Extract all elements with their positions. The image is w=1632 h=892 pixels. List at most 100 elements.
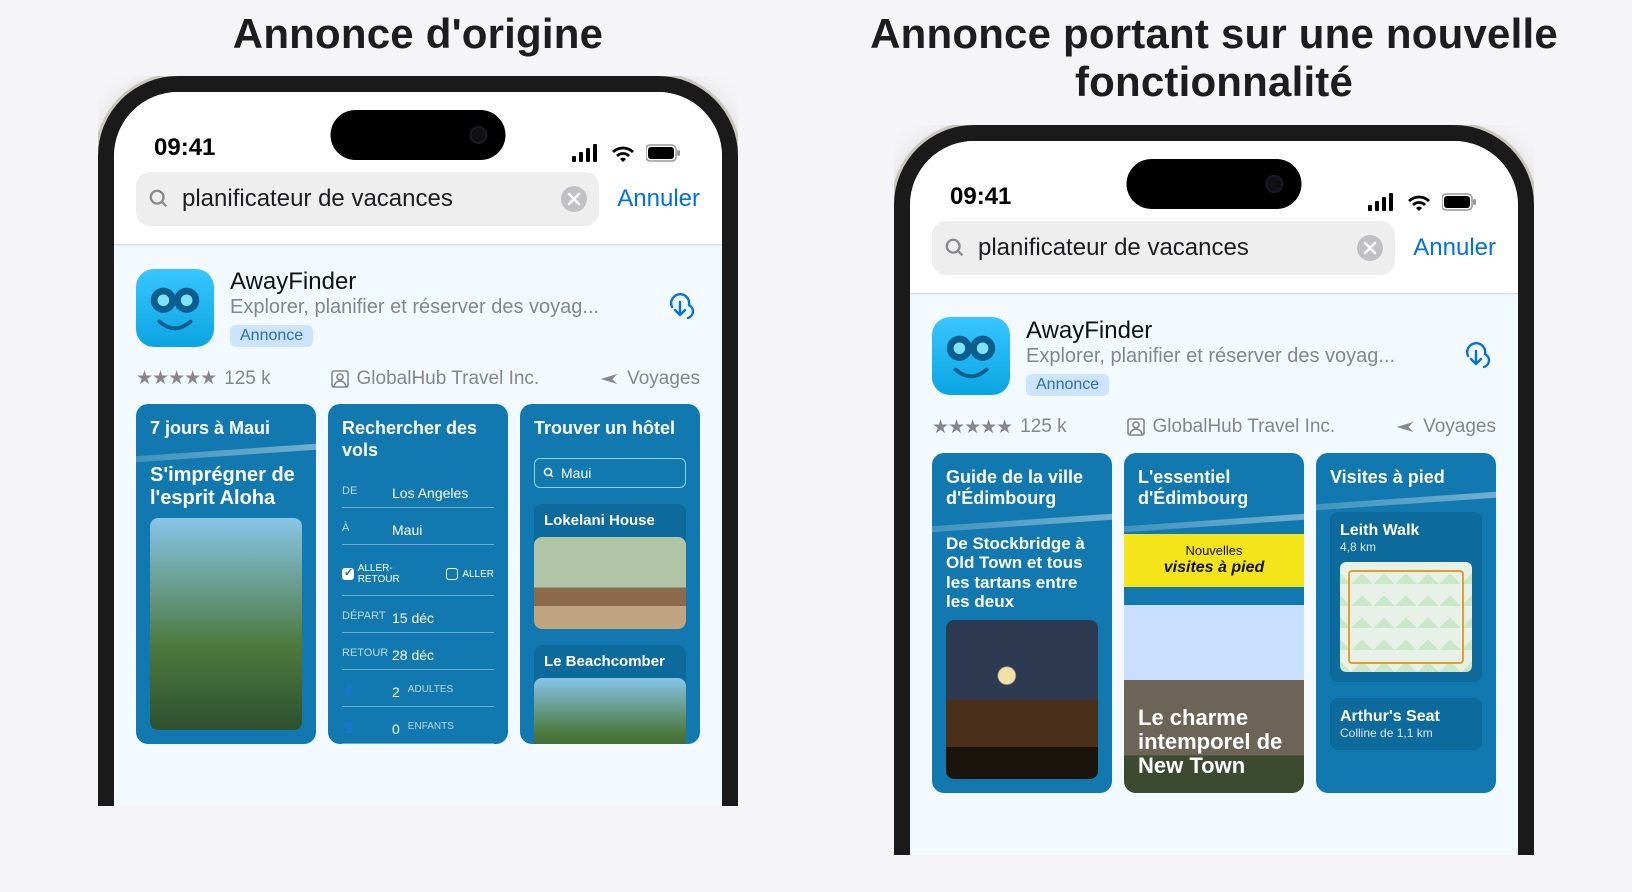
status-time: 09:41 [154,134,215,162]
app-icon [136,269,214,347]
banner-small: Nouvelles [1132,544,1296,559]
hotel-photo [534,678,686,744]
to-label: À [342,522,384,538]
adults-count: 2 [392,684,400,700]
hotel-search-field[interactable]: Maui [534,458,686,488]
star-rating-icon: ★★★★★ [932,416,1012,439]
wifi-icon [1406,193,1432,211]
developer-icon [1127,418,1145,436]
walk-distance: 4,8 km [1340,540,1472,554]
children-count: 0 [392,721,400,737]
clear-search-button[interactable] [561,186,587,212]
hotel-result[interactable]: Lokelani House [534,504,686,629]
app-name: AwayFinder [230,268,644,296]
hero-photo [946,620,1098,779]
walk-map [1340,562,1472,672]
cancel-button[interactable]: Annuler [1413,234,1496,262]
phone-right: 09:41 Annuler [894,125,1534,855]
developer-name: GlobalHub Travel Inc. [357,368,540,390]
hotel-name: Lokelani House [534,512,686,537]
to-value: Maui [392,522,422,538]
search-icon [543,467,555,479]
app-name: AwayFinder [1026,317,1440,345]
app-subtitle: Explorer, planifier et réserver des voya… [1026,345,1440,368]
ratings-count: 125 k [224,368,270,390]
category-label: Voyages [627,368,700,390]
screenshot-card[interactable]: Guide de la ville d'Édimbourg De Stockbr… [932,453,1112,793]
plane-icon [1395,417,1415,437]
card-title: Rechercher des vols [328,404,508,471]
developer-icon [331,370,349,388]
app-meta: ★★★★★ 125 k GlobalHub Travel Inc. Voyage… [932,408,1496,453]
screenshot-card[interactable]: Trouver un hôtel Maui Lokelani House [520,404,700,744]
screenshot-card[interactable]: Visites à pied Leith Walk 4,8 km Arthur'… [1316,453,1496,793]
app-meta: ★★★★★ 125 k GlobalHub Travel Inc. Voyage… [136,359,700,404]
hotel-result[interactable]: Le Beachcomber [534,645,686,744]
card-title: Guide de la ville d'Édimbourg [932,453,1112,520]
app-icon [932,317,1010,395]
hotel-search-value: Maui [561,465,591,481]
depart-value: 15 déc [392,610,434,626]
hotel-name: Le Beachcomber [534,653,686,678]
app-result[interactable]: AwayFinder Explorer, planifier et réserv… [932,295,1496,408]
screenshot-cards: 7 jours à Maui S'imprégner de l'esprit A… [136,404,700,744]
overlay-title: Le charme intemporel de New Town [1138,706,1290,779]
hotel-photo [534,537,686,629]
card-subtitle: S'imprégner de l'esprit Aloha [150,464,302,510]
status-time: 09:41 [950,183,1011,211]
hero-photo [150,518,302,730]
walk-item[interactable]: Leith Walk 4,8 km [1330,512,1482,682]
download-button[interactable] [1456,334,1496,379]
card-title: Visites à pied [1316,453,1496,499]
app-subtitle: Explorer, planifier et réserver des voya… [230,296,644,319]
search-icon [944,237,966,259]
ratings-count: 125 k [1020,416,1066,438]
ad-badge: Annonce [230,325,313,347]
banner-big: visites à pied [1164,559,1265,576]
return-value: 28 déc [392,647,434,663]
dynamic-island [331,110,506,160]
battery-icon [646,144,682,162]
from-label: DE [342,485,384,501]
star-rating-icon: ★★★★★ [136,367,216,390]
ad-badge: Annonce [1026,374,1109,396]
category-label: Voyages [1423,416,1496,438]
cellular-icon [572,144,600,162]
return-label: RETOUR [342,647,384,663]
search-field[interactable] [136,172,599,226]
phone-left: 09:41 Annuler [98,76,738,806]
search-input[interactable] [180,184,551,214]
screenshot-card[interactable]: Rechercher des vols DELos Angeles ÀMaui … [328,404,508,744]
app-result[interactable]: AwayFinder Explorer, planifier et réserv… [136,246,700,359]
walk-name: Leith Walk [1340,522,1472,540]
battery-icon [1442,193,1478,211]
card-subtitle: De Stockbridge à Old Town et tous les ta… [946,534,1098,612]
from-value: Los Angeles [392,485,468,501]
children-label: ENFANTS [408,721,454,737]
card-title: 7 jours à Maui [136,404,316,450]
screenshot-card[interactable]: L'essentiel d'Édimbourg Nouvelles visite… [1124,453,1304,793]
card-title: L'essentiel d'Édimbourg [1124,453,1304,520]
walk-item[interactable]: Arthur's Seat Colline de 1,1 km [1330,698,1482,750]
search-icon [148,188,170,210]
screenshot-cards: Guide de la ville d'Édimbourg De Stockbr… [932,453,1496,793]
plane-icon [599,369,619,389]
heading-right: Annonce portant sur une nouvelle fonctio… [834,10,1594,107]
close-icon [1363,241,1377,255]
download-button[interactable] [660,285,700,330]
roundtrip-label: ALLER-RETOUR [358,563,433,585]
oneway-checkbox[interactable] [446,568,458,580]
dynamic-island [1127,159,1302,209]
new-feature-banner: Nouvelles visites à pied [1124,534,1304,587]
cancel-button[interactable]: Annuler [617,185,700,213]
roundtrip-checkbox[interactable] [342,568,354,580]
card-title: Trouver un hôtel [520,404,700,450]
screenshot-card[interactable]: 7 jours à Maui S'imprégner de l'esprit A… [136,404,316,744]
clear-search-button[interactable] [1357,235,1383,261]
walk-name: Arthur's Seat [1340,708,1472,726]
search-input[interactable] [976,233,1347,263]
search-field[interactable] [932,221,1395,275]
close-icon [567,192,581,206]
walk-distance: Colline de 1,1 km [1340,726,1472,740]
oneway-label: ALLER [462,569,494,580]
